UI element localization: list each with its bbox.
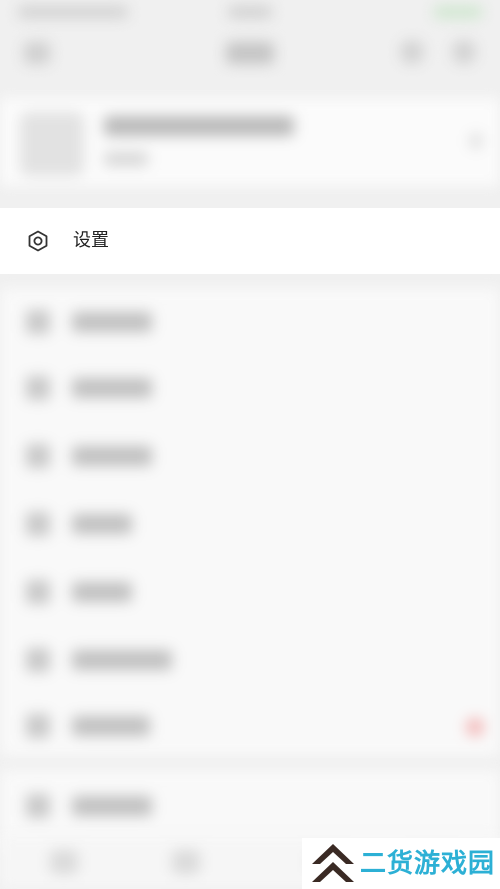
page-title bbox=[226, 42, 274, 64]
list-item[interactable] bbox=[0, 626, 500, 694]
notification-badge bbox=[466, 718, 484, 736]
settings-menu-item[interactable]: 设置 bbox=[0, 208, 500, 274]
list-item-label bbox=[72, 796, 152, 816]
list-item[interactable] bbox=[0, 422, 500, 490]
list-item-label bbox=[72, 312, 152, 332]
status-bar bbox=[0, 0, 500, 26]
battery-indicator bbox=[434, 6, 482, 18]
list-item[interactable] bbox=[0, 490, 500, 558]
profile-subtitle bbox=[104, 152, 148, 166]
list-item[interactable] bbox=[0, 772, 500, 840]
list-item-icon bbox=[26, 580, 50, 604]
list-item-icon bbox=[26, 310, 50, 334]
carrier-info bbox=[18, 6, 128, 18]
list-item-label bbox=[72, 582, 132, 602]
list-item-icon bbox=[26, 794, 50, 818]
header-more-icon[interactable] bbox=[452, 40, 476, 64]
list-item-label bbox=[72, 378, 152, 398]
clock bbox=[228, 6, 272, 18]
blurred-menu-list bbox=[0, 288, 500, 756]
page-header bbox=[0, 26, 500, 86]
chevron-right-icon bbox=[470, 134, 482, 148]
list-item-label bbox=[72, 716, 150, 736]
list-item-label bbox=[72, 446, 152, 466]
tab-discover[interactable] bbox=[172, 850, 200, 874]
list-item-icon bbox=[26, 648, 50, 672]
list-item-icon bbox=[26, 512, 50, 536]
avatar bbox=[20, 112, 84, 176]
list-item-icon bbox=[26, 376, 50, 400]
list-item[interactable] bbox=[0, 692, 500, 760]
profile-card[interactable] bbox=[0, 98, 500, 186]
list-item-label bbox=[72, 514, 132, 534]
back-button[interactable] bbox=[24, 42, 50, 64]
watermark-logo-icon bbox=[312, 844, 354, 882]
list-item[interactable] bbox=[0, 288, 500, 356]
list-item[interactable] bbox=[0, 354, 500, 422]
tab-home[interactable] bbox=[50, 850, 78, 874]
watermark: 二货游戏园 bbox=[302, 838, 500, 889]
settings-hexagon-icon bbox=[28, 230, 48, 252]
watermark-text: 二货游戏园 bbox=[360, 849, 496, 879]
list-item-icon bbox=[26, 444, 50, 468]
profile-name bbox=[104, 116, 294, 136]
list-item[interactable] bbox=[0, 558, 500, 626]
list-item-icon bbox=[26, 714, 50, 738]
list-item-label bbox=[72, 650, 172, 670]
header-action-icon[interactable] bbox=[400, 40, 424, 64]
settings-label: 设置 bbox=[73, 230, 109, 251]
